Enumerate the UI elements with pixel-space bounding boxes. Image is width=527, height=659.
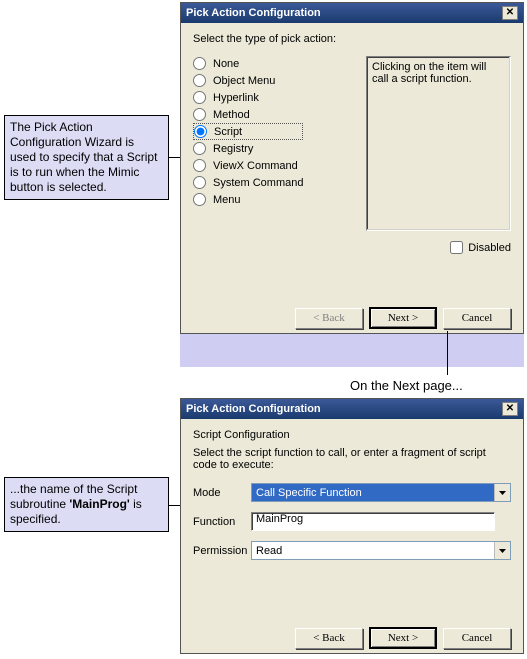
radio-group-action-type: None Object Menu Hyperlink Method Script… xyxy=(193,55,303,208)
cancel-button[interactable]: Cancel xyxy=(443,308,511,329)
chevron-down-icon[interactable] xyxy=(494,484,510,501)
dialog-pick-action-step1: Pick Action Configuration ✕ Select the t… xyxy=(180,2,524,334)
next-button[interactable]: Next > xyxy=(369,307,437,329)
button-row-2: < Back Next > Cancel xyxy=(181,621,523,659)
close-icon-2[interactable]: ✕ xyxy=(502,402,518,416)
radio-method[interactable]: Method xyxy=(193,106,303,123)
function-row: Function MainProg xyxy=(193,512,511,531)
next-page-label: On the Next page... xyxy=(350,378,463,393)
radio-hyperlink[interactable]: Hyperlink xyxy=(193,89,303,106)
radio-viewx-command[interactable]: ViewX Command xyxy=(193,157,303,174)
titlebar: Pick Action Configuration ✕ xyxy=(181,3,523,23)
prompt-text-2: Select the script function to call, or e… xyxy=(193,447,511,471)
mode-row: Mode Call Specific Function xyxy=(193,483,511,502)
permission-row: Permission Read xyxy=(193,541,511,560)
radio-script[interactable]: Script xyxy=(193,123,303,140)
chevron-down-icon[interactable] xyxy=(494,542,510,559)
mode-combo[interactable]: Call Specific Function xyxy=(251,483,511,502)
radio-registry[interactable]: Registry xyxy=(193,140,303,157)
radio-system-command[interactable]: System Command xyxy=(193,174,303,191)
dialog-title-2: Pick Action Configuration xyxy=(186,403,321,415)
callout-pick-action-wizard: The Pick Action Configuration Wizard is … xyxy=(4,115,169,200)
next-button-2[interactable]: Next > xyxy=(369,627,437,649)
close-icon[interactable]: ✕ xyxy=(502,6,518,20)
dialog-pick-action-step2: Pick Action Configuration ✕ Script Confi… xyxy=(180,398,524,654)
radio-object-menu[interactable]: Object Menu xyxy=(193,72,303,89)
separator-band xyxy=(180,334,524,367)
radio-none[interactable]: None xyxy=(193,55,303,72)
disabled-checkbox-row[interactable]: Disabled xyxy=(450,241,511,254)
function-input[interactable]: MainProg xyxy=(251,512,495,531)
description-box: Clicking on the item will call a script … xyxy=(366,56,511,231)
heading-text: Script Configuration xyxy=(193,429,511,441)
mode-label: Mode xyxy=(193,487,251,499)
callout-mainprog: ...the name of the Script subroutine 'Ma… xyxy=(4,477,169,532)
cancel-button-2[interactable]: Cancel xyxy=(443,628,511,649)
permission-label: Permission xyxy=(193,545,251,557)
prompt-text: Select the type of pick action: xyxy=(193,33,511,45)
back-button-2[interactable]: < Back xyxy=(295,628,363,649)
back-button: < Back xyxy=(295,308,363,329)
radio-menu[interactable]: Menu xyxy=(193,191,303,208)
titlebar-2: Pick Action Configuration ✕ xyxy=(181,399,523,419)
dialog-title: Pick Action Configuration xyxy=(186,7,321,19)
function-label: Function xyxy=(193,516,251,528)
permission-combo[interactable]: Read xyxy=(251,541,511,560)
disabled-checkbox[interactable] xyxy=(450,241,463,254)
connector-line-next xyxy=(447,331,448,375)
